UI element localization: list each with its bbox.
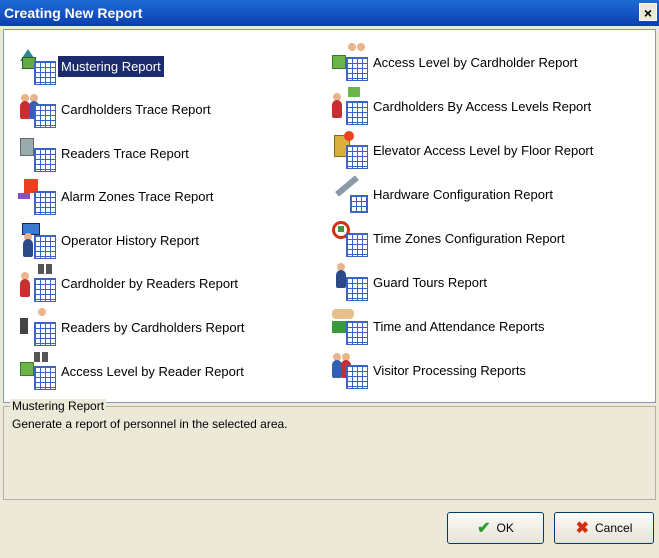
report-label: Readers by Cardholders Report — [61, 319, 245, 335]
report-item-time-and-attendance[interactable]: Time and Attendance Reports — [330, 309, 548, 345]
x-icon: ✖ — [575, 520, 590, 537]
report-item-alarm-zones-trace[interactable]: Alarm Zones Trace Report — [18, 179, 216, 215]
time-and-attendance-icon — [330, 307, 370, 345]
report-item-cardholders-by-access-levels[interactable]: Cardholders By Access Levels Report — [330, 87, 594, 125]
cancel-label: Cancel — [595, 521, 633, 535]
alarm-zones-trace-icon — [18, 177, 58, 215]
title-bar: Creating New Report × — [0, 0, 659, 26]
report-item-mustering[interactable]: Mustering Report — [18, 49, 164, 85]
report-label: Guard Tours Report — [373, 274, 487, 290]
operator-history-icon — [18, 221, 58, 259]
description-title: Mustering Report — [10, 399, 107, 413]
report-item-access-level-by-cardholder[interactable]: Access Level by Cardholder Report — [330, 43, 581, 81]
report-item-cardholders-trace[interactable]: Cardholders Trace Report — [18, 94, 214, 128]
visitor-processing-icon — [330, 351, 370, 389]
report-item-time-zones-configuration[interactable]: Time Zones Configuration Report — [330, 221, 568, 257]
report-label: Mustering Report — [58, 55, 164, 77]
access-level-by-reader-icon — [18, 352, 58, 390]
report-item-access-level-by-reader[interactable]: Access Level by Reader Report — [18, 352, 247, 390]
description-text: Generate a report of personnel in the se… — [12, 417, 288, 431]
check-icon: ✔ — [477, 520, 491, 537]
cancel-button[interactable]: ✖ Cancel — [554, 512, 654, 544]
report-item-hardware-configuration[interactable]: Hardware Configuration Report — [330, 175, 556, 213]
report-item-readers-trace[interactable]: Readers Trace Report — [18, 138, 192, 172]
cardholders-by-access-levels-icon — [330, 87, 370, 125]
report-label: Cardholders By Access Levels Report — [373, 98, 592, 114]
report-label: Cardholders Trace Report — [61, 101, 211, 117]
report-item-elevator-access-level[interactable]: Elevator Access Level by Floor Report — [330, 131, 596, 169]
report-label: Operator History Report — [61, 232, 199, 248]
report-item-operator-history[interactable]: Operator History Report — [18, 223, 202, 259]
report-label: Time Zones Configuration Report — [373, 230, 565, 246]
close-button[interactable]: × — [639, 3, 657, 21]
report-label: Alarm Zones Trace Report — [61, 188, 214, 204]
readers-by-cardholders-icon — [18, 308, 58, 346]
ok-label: OK — [496, 521, 514, 535]
report-label: Time and Attendance Reports — [373, 318, 545, 334]
report-item-readers-by-cardholders[interactable]: Readers by Cardholders Report — [18, 308, 248, 346]
report-label: Access Level by Reader Report — [61, 363, 244, 379]
cardholders-trace-icon — [18, 90, 58, 128]
guard-tours-icon — [330, 263, 370, 301]
elevator-access-level-icon — [330, 131, 370, 169]
report-list[interactable]: Mustering Report Cardholders Trace Repor… — [3, 29, 656, 403]
report-label: Visitor Processing Reports — [373, 362, 526, 378]
report-item-cardholder-by-readers[interactable]: Cardholder by Readers Report — [18, 264, 241, 302]
time-zones-configuration-icon — [330, 219, 370, 257]
report-item-guard-tours[interactable]: Guard Tours Report — [330, 263, 490, 301]
mustering-report-icon — [18, 47, 58, 85]
report-item-visitor-processing[interactable]: Visitor Processing Reports — [330, 353, 529, 389]
report-label: Elevator Access Level by Floor Report — [373, 142, 594, 158]
report-description-panel: Mustering Report Generate a report of pe… — [3, 399, 656, 500]
readers-trace-icon — [18, 134, 58, 172]
report-label: Hardware Configuration Report — [373, 186, 553, 202]
report-label: Cardholder by Readers Report — [61, 275, 239, 291]
report-label: Readers Trace Report — [61, 145, 189, 161]
cardholder-by-readers-icon — [18, 264, 58, 302]
hardware-configuration-icon — [330, 175, 370, 213]
report-label: Access Level by Cardholder Report — [373, 54, 578, 70]
access-level-by-cardholder-icon — [330, 43, 370, 81]
ok-button[interactable]: ✔ OK — [447, 512, 544, 544]
window-title: Creating New Report — [4, 5, 143, 21]
